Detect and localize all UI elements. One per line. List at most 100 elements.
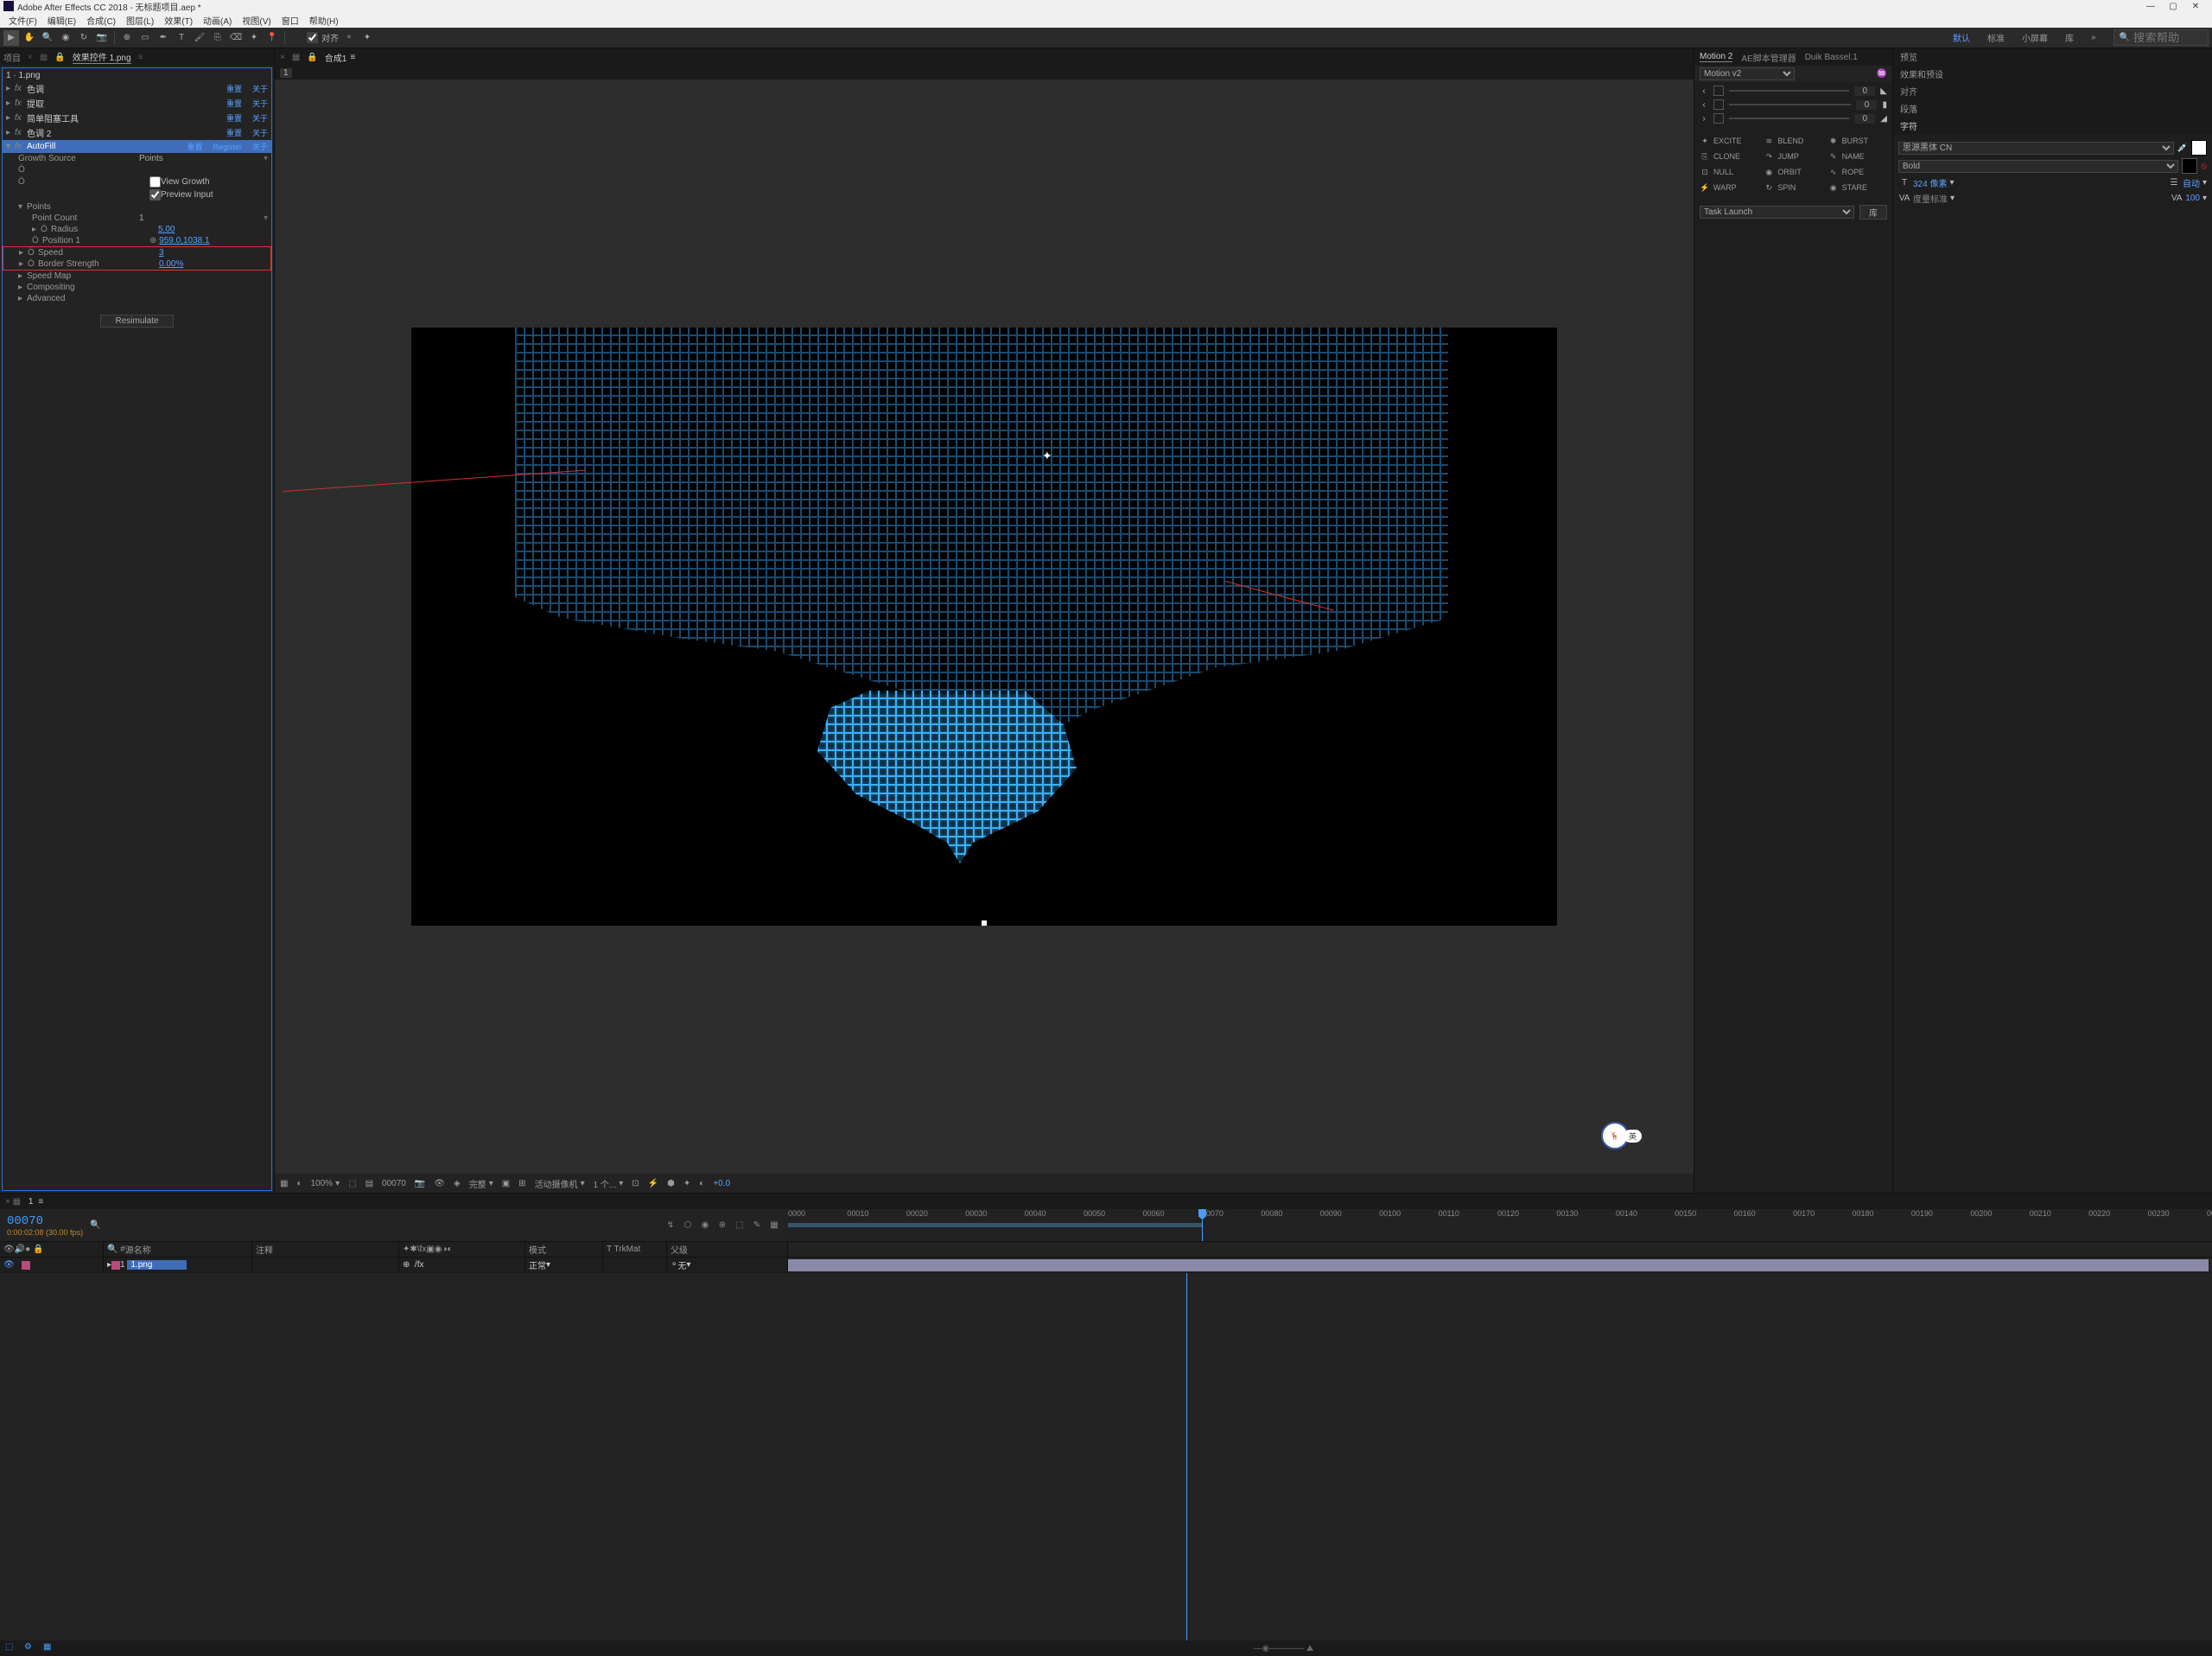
fx-extract[interactable]: ▸fx提取重置关于 xyxy=(3,96,271,111)
show-snapshot-icon[interactable]: 👁 xyxy=(434,1179,445,1188)
comp-tab[interactable]: 合成1 ≡ xyxy=(325,51,355,64)
fill-swatch[interactable] xyxy=(2191,140,2207,156)
tab-preview[interactable]: 预览 xyxy=(1893,48,2212,66)
snapshot-icon[interactable]: 📷 xyxy=(415,1179,425,1188)
puppet-tool[interactable]: 📍 xyxy=(264,30,280,46)
zoom-slider[interactable]: —◉———— ⛰ xyxy=(1253,1644,1313,1653)
snap-checkbox[interactable] xyxy=(307,32,318,43)
channel-icon[interactable]: ◐ xyxy=(296,1179,302,1188)
exposure-reset[interactable]: ◐ xyxy=(699,1179,704,1188)
status-graph-icon[interactable]: ▦ xyxy=(43,1642,55,1654)
menu-comp[interactable]: 合成(C) xyxy=(81,14,121,27)
tl-tool-5[interactable]: ⬚ xyxy=(733,1219,747,1232)
prop-advanced[interactable]: ▸Advanced xyxy=(3,293,271,304)
layer-duration-bar[interactable] xyxy=(788,1259,2209,1271)
tab-project[interactable]: 项目 xyxy=(3,51,21,64)
timeline-search-icon[interactable]: 🔍 xyxy=(90,1220,100,1230)
pixel-icon[interactable]: ⊡ xyxy=(632,1179,639,1188)
menu-effect[interactable]: 效果(T) xyxy=(159,14,198,27)
fx-tint2[interactable]: ▸fx色调 2重置关于 xyxy=(3,125,271,140)
tool-clone[interactable]: ⎘CLONE xyxy=(1698,150,1760,163)
fx-tint[interactable]: ▸fx色调重置关于 xyxy=(3,81,271,96)
grid-icon[interactable]: ▦ xyxy=(280,1179,288,1188)
tl-tool-2[interactable]: ⬡ xyxy=(681,1219,695,1232)
timeline-empty-area[interactable] xyxy=(0,1273,2212,1640)
fast-icon[interactable]: ⚡ xyxy=(648,1179,658,1188)
3d-icon[interactable]: ⬢ xyxy=(667,1179,675,1188)
col-parent[interactable]: 父级 xyxy=(667,1242,788,1257)
anchor-c-icon[interactable]: ▮ xyxy=(1882,100,1887,110)
menu-layer[interactable]: 图层(L) xyxy=(121,14,159,27)
tl-tool-6[interactable]: ✎ xyxy=(750,1219,764,1232)
text-tool[interactable]: T xyxy=(174,30,189,46)
selection-tool[interactable]: ▶ xyxy=(3,30,19,46)
search-input[interactable] xyxy=(2133,31,2202,44)
col-source[interactable]: 🔍 # 源名称 xyxy=(104,1242,252,1257)
motion-version-select[interactable]: Motion v2 xyxy=(1700,67,1795,80)
tracking-field[interactable]: VA100 ▾ xyxy=(2171,194,2207,203)
exposure-value[interactable]: +0.0 xyxy=(713,1179,730,1188)
orbit-tool[interactable]: ◉ xyxy=(58,30,73,46)
tool-null[interactable]: ⊡NULL xyxy=(1698,165,1760,179)
col-mode[interactable]: 模式 xyxy=(525,1242,603,1257)
fx-autofill[interactable]: ▾fxAutoFill重置Register关于 xyxy=(3,140,271,153)
rect-tool[interactable]: ▭ xyxy=(137,30,153,46)
tab-motion2[interactable]: Motion 2 xyxy=(1700,52,1732,62)
prop-radius[interactable]: ▸ÖRadius5.00 xyxy=(3,224,271,235)
tool-spin[interactable]: ↻SPIN xyxy=(1762,181,1824,194)
zoom-tool[interactable]: 🔍 xyxy=(40,30,55,46)
kerning-field[interactable]: VA度量标准 ▾ xyxy=(1898,192,1955,205)
res-icon[interactable]: ⬚ xyxy=(348,1179,356,1188)
prop-preview-input[interactable]: Preview Input xyxy=(3,188,271,201)
anchor-tl-icon[interactable]: ◣ xyxy=(1880,86,1887,96)
task-launch-select[interactable]: Task Launch xyxy=(1700,206,1854,219)
prop-point-count[interactable]: Point Count1▾ xyxy=(3,213,271,224)
ws-default[interactable]: 默认 xyxy=(1945,29,1978,47)
ws-lib[interactable]: 库 xyxy=(2057,29,2082,47)
tab-effect-controls[interactable]: 效果控件 1.png xyxy=(73,50,131,64)
resolution-dropdown[interactable]: 完整 ▾ xyxy=(469,1177,493,1190)
render-icon[interactable]: ✦ xyxy=(683,1179,690,1188)
guides-icon[interactable]: ⊞ xyxy=(518,1179,525,1188)
tl-tool-3[interactable]: ◉ xyxy=(698,1219,712,1232)
roto-tool[interactable]: ✦ xyxy=(246,30,262,46)
tl-tool-4[interactable]: ⊕ xyxy=(715,1219,729,1232)
prop-growth-source[interactable]: Growth SourcePoints▾ xyxy=(3,153,271,164)
tool-burst[interactable]: ✺BURST xyxy=(1827,134,1889,148)
snap-opt2-icon[interactable]: ✦ xyxy=(359,30,375,46)
minimize-button[interactable]: — xyxy=(2145,0,2157,12)
tool-warp[interactable]: ⚡WARP xyxy=(1698,181,1760,194)
snap-opt-icon[interactable]: ⚬ xyxy=(341,30,357,46)
status-render-icon[interactable]: ⚙ xyxy=(24,1642,36,1654)
eyedropper-icon[interactable]: 💉 xyxy=(2177,143,2188,153)
tl-tool-1[interactable]: ↯ xyxy=(664,1219,677,1232)
prop-border-strength[interactable]: ▸ÖBorder Strength0.00% xyxy=(3,258,270,270)
menu-help[interactable]: 帮助(H) xyxy=(304,14,344,27)
tool-jump[interactable]: ↷JUMP xyxy=(1762,150,1824,163)
tab-script-mgr[interactable]: AE脚本管理器 xyxy=(1741,51,1796,64)
views-dropdown[interactable]: 1 个... ▾ xyxy=(594,1177,624,1190)
col-comment[interactable]: 注释 xyxy=(252,1242,399,1257)
status-toggle-icon[interactable]: ⬚ xyxy=(5,1642,17,1654)
menu-view[interactable]: 视图(V) xyxy=(237,14,276,27)
anchor-point-icon[interactable]: ✦ xyxy=(1042,449,1052,463)
tool-blend[interactable]: ≋BLEND xyxy=(1762,134,1824,148)
layer-row-1[interactable]: 👁 ▸ 1 1.png ⊕ /fx 正常 ▾ ⚬ 无 ▾ xyxy=(0,1258,2212,1273)
leading-field[interactable]: ☰自动 ▾ xyxy=(2168,176,2207,189)
tl-tool-7[interactable]: ▦ xyxy=(767,1219,781,1232)
prop-speed-map[interactable]: ▸Speed Map xyxy=(3,271,271,282)
frame-display[interactable]: 00070 xyxy=(382,1179,406,1188)
menu-anim[interactable]: 动画(A) xyxy=(198,14,237,27)
search-help[interactable]: 🔍 xyxy=(2113,29,2209,46)
viewer-area[interactable]: ✦ 🦌 英 xyxy=(275,80,1694,1174)
noFill-icon[interactable]: ⦸ xyxy=(2201,162,2207,171)
motion-slider-3[interactable]: ›0◢ xyxy=(1700,113,1887,124)
timeline-tab[interactable]: 1 xyxy=(23,1197,39,1207)
hand-tool[interactable]: ✋ xyxy=(22,30,37,46)
task-launch-button[interactable]: 库 xyxy=(1859,205,1887,220)
close-button[interactable]: ✕ xyxy=(2190,0,2202,12)
font-weight-select[interactable]: Bold xyxy=(1898,160,2178,173)
motion-slider-2[interactable]: ‹0▮ xyxy=(1700,99,1887,110)
prop-compensation[interactable]: Ö xyxy=(3,164,271,175)
prop-speed[interactable]: ▸ÖSpeed3 xyxy=(3,247,270,258)
